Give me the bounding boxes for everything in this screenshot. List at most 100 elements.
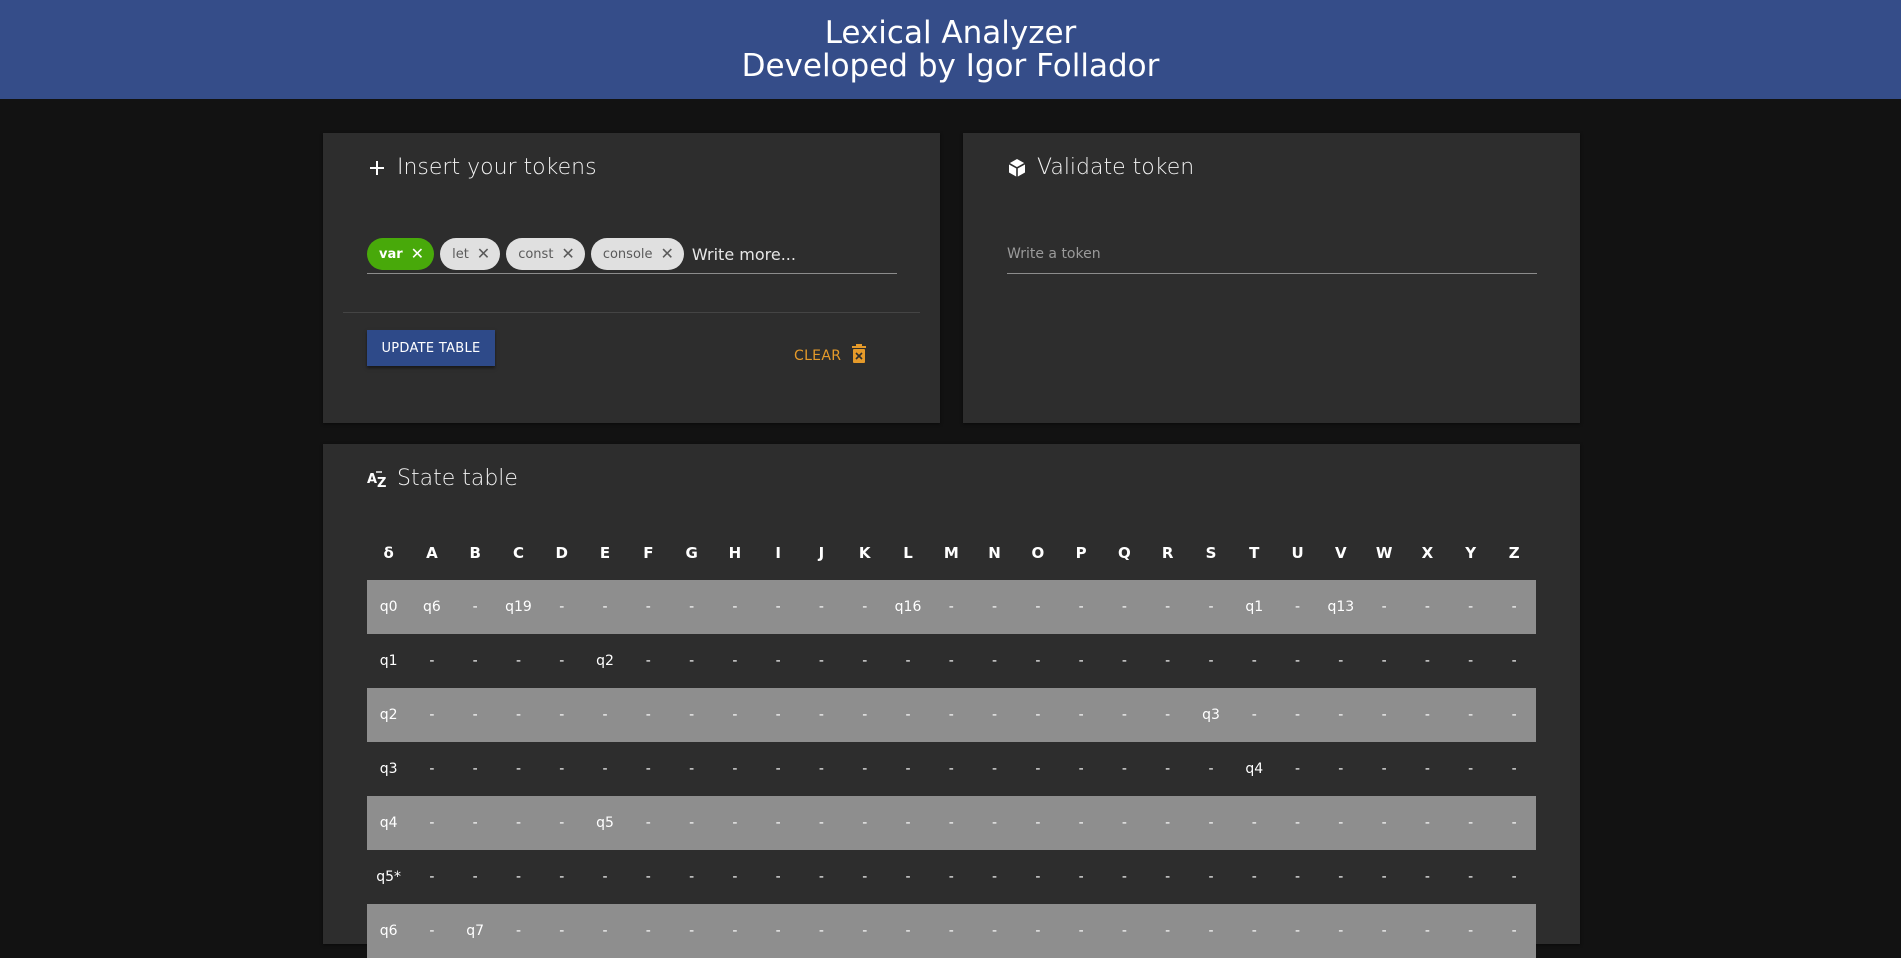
- close-icon[interactable]: ✕: [661, 246, 674, 262]
- close-icon[interactable]: ✕: [477, 246, 490, 262]
- transition-cell: -: [799, 580, 844, 634]
- transition-cell: -: [1362, 904, 1406, 958]
- table-row: q3 - - - - - - - - - - - - - - - - - - - q4 - - - - - -: [367, 742, 1536, 796]
- transition-cell: -: [1405, 580, 1450, 634]
- transition-cell: q16: [886, 580, 930, 634]
- transition-cell: -: [1078, 869, 1084, 885]
- transition-cell: q3: [1189, 688, 1233, 742]
- card-divider: [343, 312, 920, 313]
- token-chip[interactable]: const ✕: [506, 238, 585, 270]
- insert-tokens-heading: Insert your tokens: [367, 155, 597, 180]
- transition-cell: -: [713, 688, 757, 742]
- transition-cell: -: [732, 761, 738, 777]
- transition-cell: -: [972, 580, 1017, 634]
- transition-cell: -: [1165, 653, 1171, 669]
- table-row: q2- - - - - - - - - - - - - - - - - - q3- - - - - - -: [367, 688, 1536, 742]
- transition-cell: -: [713, 796, 757, 850]
- svg-text:Z: Z: [377, 476, 386, 489]
- transition-cell: -: [1035, 653, 1041, 669]
- transition-cell: -: [775, 869, 781, 885]
- transition-cell: -: [929, 688, 973, 742]
- transition-cell: -: [972, 688, 1017, 742]
- transition-cell: -: [1208, 761, 1214, 777]
- transition-cell: -: [905, 761, 911, 777]
- transition-cell: -: [1059, 688, 1103, 742]
- column-header: X: [1421, 544, 1434, 562]
- token-chip[interactable]: let ✕: [440, 238, 501, 270]
- transition-cell: -: [626, 688, 670, 742]
- token-chip-label: const: [518, 246, 554, 262]
- transition-cell: -: [1449, 904, 1493, 958]
- transition-cell: -: [602, 761, 608, 777]
- transition-cell: -: [472, 761, 478, 777]
- sort-az-icon: A Z: [367, 469, 387, 491]
- column-header: δ: [383, 544, 394, 562]
- transition-cell: -: [1102, 688, 1147, 742]
- transition-cell: -: [1381, 653, 1387, 669]
- transition-cell: -: [583, 688, 627, 742]
- column-header: N: [988, 544, 1001, 562]
- clear-button[interactable]: CLEAR: [794, 344, 867, 368]
- state-cell: q0: [367, 580, 411, 634]
- transition-cell: -: [756, 580, 800, 634]
- transition-cell: -: [1381, 869, 1387, 885]
- transition-cell: -: [1208, 869, 1214, 885]
- update-table-button[interactable]: UPDATE TABLE: [367, 330, 495, 366]
- state-cell: q2: [367, 688, 411, 742]
- transition-cell: -: [689, 761, 695, 777]
- transition-cell: -: [1319, 796, 1363, 850]
- column-header: P: [1075, 544, 1087, 562]
- transition-cell: -: [948, 761, 954, 777]
- state-table: δABCDEFGHIJKLMNOPQRSTUVWXYZ q0 q6- q19- - - -…: [367, 526, 1536, 958]
- close-icon[interactable]: ✕: [411, 246, 424, 262]
- transition-cell: -: [1189, 580, 1233, 634]
- column-header: D: [555, 544, 568, 562]
- transition-cell: -: [929, 580, 973, 634]
- transition-cell: -: [1016, 580, 1060, 634]
- transition-cell: -: [992, 653, 998, 669]
- transition-cell: -: [1492, 580, 1536, 634]
- token-chip[interactable]: console ✕: [590, 238, 684, 270]
- transition-cell: -: [645, 653, 651, 669]
- token-validation-input[interactable]: [1007, 235, 1537, 274]
- transition-cell: -: [515, 869, 522, 885]
- transition-cell: q5: [583, 796, 627, 850]
- transition-cell: -: [972, 796, 1017, 850]
- transition-cell: -: [410, 688, 454, 742]
- insert-tokens-card: Insert your tokens var ✕ let ✕ const ✕ c…: [323, 133, 940, 423]
- transition-cell: -: [1424, 653, 1430, 669]
- transition-cell: -: [559, 869, 565, 885]
- transition-cell: -: [645, 869, 651, 885]
- transition-cell: -: [1362, 580, 1406, 634]
- token-chip-input[interactable]: var ✕ let ✕ const ✕ console ✕ Write more…: [367, 235, 897, 274]
- transition-cell: -: [1275, 796, 1320, 850]
- close-icon[interactable]: ✕: [561, 246, 574, 262]
- transition-cell: -: [669, 904, 714, 958]
- column-header: C: [512, 544, 524, 562]
- transition-cell: -: [453, 580, 497, 634]
- transition-cell: -: [626, 580, 670, 634]
- transition-cell: -: [453, 688, 497, 742]
- transition-cell: -: [1511, 653, 1517, 669]
- state-table-title: State table: [397, 466, 518, 491]
- token-chip[interactable]: var ✕: [367, 238, 435, 270]
- transition-cell: -: [1251, 653, 1257, 669]
- transition-cell: -: [1121, 653, 1127, 669]
- transition-cell: -: [732, 653, 738, 669]
- transition-cell: -: [540, 904, 584, 958]
- token-input-placeholder[interactable]: Write more...: [692, 245, 796, 264]
- transition-cell: -: [1102, 796, 1147, 850]
- transition-cell: -: [1016, 796, 1060, 850]
- transition-cell: -: [1511, 761, 1517, 777]
- transition-cell: -: [1295, 869, 1301, 885]
- transition-cell: -: [886, 688, 930, 742]
- column-header: K: [858, 544, 871, 562]
- transition-cell: -: [645, 761, 651, 777]
- state-cell: q3: [379, 761, 398, 777]
- transition-cell: -: [559, 653, 565, 669]
- column-header: B: [469, 544, 481, 562]
- table-row: q6- q7- - - - - - - - - - - - - - - - - - - - - - - -: [367, 904, 1536, 958]
- transition-cell: -: [1146, 688, 1190, 742]
- state-table-card: A Z State table δ A B C D E F G H I J K L M N O P Q R S T U V W…: [323, 444, 1580, 958]
- column-header: R: [1161, 544, 1174, 562]
